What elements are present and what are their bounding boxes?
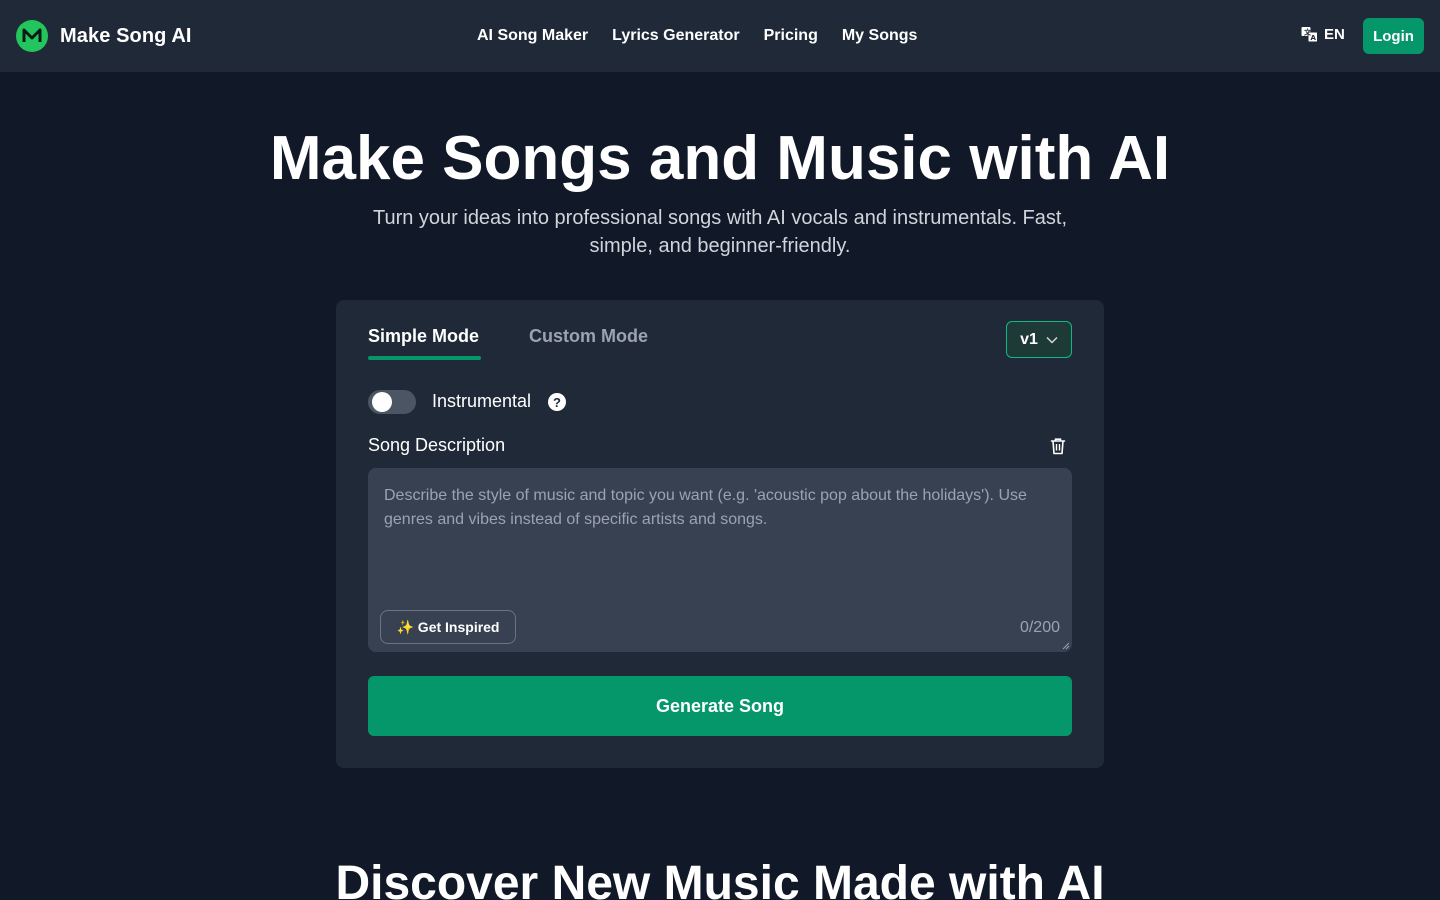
- svg-text:A: A: [1311, 34, 1317, 42]
- get-inspired-button[interactable]: ✨ Get Inspired: [380, 610, 516, 644]
- resize-grip-icon[interactable]: [1062, 642, 1070, 650]
- instrumental-label: Instrumental: [432, 391, 532, 411]
- page-subtitle: Turn your ideas into professional songs …: [372, 207, 1068, 257]
- active-tab-indicator: [368, 356, 481, 360]
- version-select[interactable]: v1: [1006, 321, 1072, 358]
- chevron-down-icon: [1046, 336, 1058, 344]
- logo-icon: [16, 20, 48, 52]
- generate-song-button[interactable]: Generate Song: [368, 676, 1072, 736]
- instrumental-toggle[interactable]: [368, 390, 416, 414]
- login-button[interactable]: Login: [1363, 18, 1424, 54]
- tab-custom-mode[interactable]: Custom Mode: [529, 326, 648, 347]
- nav-my-songs[interactable]: My Songs: [842, 27, 918, 45]
- top-navbar: Make Song AI AI Song Maker Lyrics Genera…: [0, 0, 1440, 72]
- nav-lyrics-generator[interactable]: Lyrics Generator: [612, 27, 739, 45]
- language-switcher[interactable]: 文 A EN: [1301, 26, 1345, 43]
- brand-name: Make Song AI: [60, 24, 192, 47]
- translate-icon: 文 A: [1301, 27, 1318, 43]
- nav-pricing[interactable]: Pricing: [764, 27, 818, 45]
- version-value: v1: [1020, 330, 1038, 348]
- song-description-box: ✨ Get Inspired 0/200: [368, 468, 1072, 652]
- nav-ai-song-maker[interactable]: AI Song Maker: [477, 27, 588, 45]
- character-counter: 0/200: [1019, 619, 1060, 636]
- song-generator-card: Simple Mode Custom Mode v1 Instrumental …: [336, 300, 1104, 768]
- language-label: EN: [1324, 26, 1345, 43]
- trash-icon[interactable]: [1048, 436, 1068, 456]
- song-description-input[interactable]: [368, 468, 1072, 608]
- brand-link[interactable]: Make Song AI: [16, 20, 192, 52]
- help-icon[interactable]: ?: [548, 393, 566, 411]
- song-description-label: Song Description: [368, 435, 506, 455]
- main-nav: AI Song Maker Lyrics Generator Pricing M…: [477, 0, 917, 72]
- tab-simple-mode[interactable]: Simple Mode: [368, 326, 479, 347]
- page-title: Make Songs and Music with AI: [269, 124, 1171, 193]
- toggle-knob: [372, 392, 392, 412]
- discover-heading: Discover New Music Made with AI: [335, 857, 1105, 900]
